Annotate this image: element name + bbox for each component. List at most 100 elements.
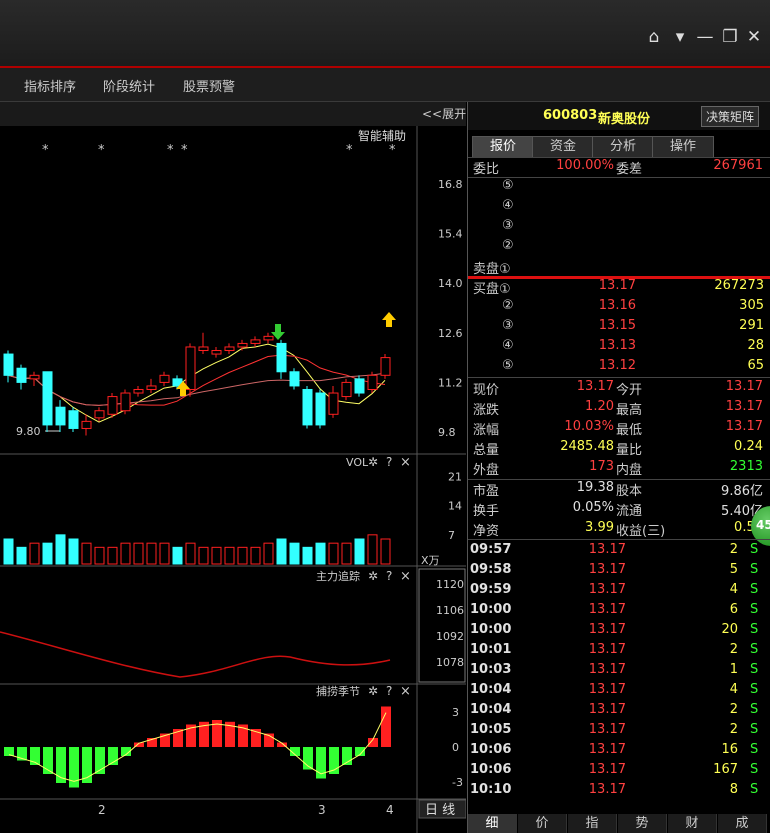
buy-level-row: ⑤ 13.12 65 <box>468 358 770 378</box>
quote-label: 外盘 <box>473 463 500 478</box>
volume-bar <box>224 546 235 565</box>
menu-stock-alert[interactable]: 股票预警 <box>183 76 235 95</box>
trade-row: 09:58 13.17 5 S <box>468 562 770 582</box>
star-marker: * <box>42 143 49 158</box>
star-marker: * <box>181 143 188 158</box>
trade-row: 10:04 13.17 2 S <box>468 702 770 722</box>
menu-stage-stats[interactable]: 阶段统计 <box>103 76 155 95</box>
quote-value: 0.24 <box>734 439 763 454</box>
gear-icon[interactable]: ✲ <box>368 455 378 469</box>
trade-volume: 2 <box>729 542 738 557</box>
trade-time: 09:58 <box>470 562 512 577</box>
buy-level-volume: 65 <box>747 358 764 373</box>
bottom-tab[interactable]: 指 <box>568 814 617 833</box>
candle <box>224 343 235 355</box>
trade-time: 09:59 <box>470 582 512 597</box>
gear-icon[interactable]: ✲ <box>368 569 378 583</box>
dropdown-icon[interactable]: ▾ <box>669 26 691 48</box>
vol-tick: 14 <box>448 500 462 513</box>
trade-row: 10:03 13.17 1 S <box>468 662 770 682</box>
trade-price: 13.17 <box>588 742 626 757</box>
main-force-line <box>0 631 391 678</box>
quote-value: 0.05% <box>572 500 614 515</box>
tab-funds[interactable]: 资金 <box>532 136 594 157</box>
gear-icon[interactable]: ✲ <box>368 684 378 698</box>
tab-quote[interactable]: 报价 <box>472 136 534 157</box>
weicha-value: 267961 <box>713 158 763 173</box>
quote-panel: 600803 新奥股份 决策矩阵 报价 资金 分析 操作 委比 100.00% … <box>467 102 770 833</box>
buy-level-label: ④ <box>502 338 514 353</box>
volume-bar <box>68 538 79 565</box>
catch-tick: 3 <box>452 706 459 719</box>
quote-label: 最低 <box>616 423 643 438</box>
bottom-tab[interactable]: 价 <box>518 814 567 833</box>
main-force-tick: 1120 <box>436 578 464 591</box>
help-icon[interactable]: ? <box>386 455 392 469</box>
trade-price: 13.17 <box>588 642 626 657</box>
bottom-tab[interactable]: 细 <box>468 814 517 833</box>
candle <box>263 332 274 344</box>
quote-label: 量比 <box>616 443 643 458</box>
buy-signal-arrow-2 <box>382 312 396 327</box>
close-icon[interactable]: ✕ <box>743 26 765 48</box>
catch-histogram <box>4 706 391 788</box>
volume-bar <box>159 542 170 565</box>
candle <box>250 336 261 347</box>
volume-bar <box>133 542 144 565</box>
candle <box>328 385 339 418</box>
trade-time: 10:05 <box>470 722 512 737</box>
quote-row: 换手 0.05% 流通 5.40亿 <box>468 500 770 520</box>
vol-axis: 21 14 7 <box>448 471 462 542</box>
decision-matrix-button[interactable]: 决策矩阵 <box>701 106 760 127</box>
trade-time: 10:06 <box>470 742 512 757</box>
buy-level-price: 13.13 <box>598 338 636 353</box>
tab-analysis[interactable]: 分析 <box>592 136 654 157</box>
tab-operate[interactable]: 操作 <box>652 136 714 157</box>
menu-indicator-sort[interactable]: 指标排序 <box>24 76 76 95</box>
quote-row: 市盈 19.38 股本 9.86亿 <box>468 480 770 500</box>
close-pane-icon[interactable]: × <box>400 455 411 470</box>
trade-row: 10:00 13.17 20 S <box>468 622 770 642</box>
expand-button[interactable]: <<展开 <box>422 107 466 121</box>
quote-row: 总量 2485.48 量比 0.24 <box>468 439 770 459</box>
price-tick: 11.2 <box>438 376 463 389</box>
help-icon[interactable]: ? <box>386 569 392 583</box>
buy-level-label: ③ <box>502 318 514 333</box>
candle <box>29 371 40 386</box>
trade-row: 10:10 13.17 8 S <box>468 782 770 802</box>
trade-side: S <box>750 742 759 757</box>
price-axis: 16.8 15.4 14.0 12.6 11.2 9.8 <box>438 178 463 439</box>
main-force-tick: 1078 <box>436 656 464 669</box>
restore-icon[interactable]: ❐ <box>719 26 741 48</box>
star-markers: * * * * * * <box>42 143 396 158</box>
x-tick: 4 <box>386 803 394 817</box>
candle <box>159 371 170 386</box>
close-pane-icon[interactable]: × <box>400 684 411 699</box>
volume-bar <box>263 542 274 565</box>
candle <box>367 371 378 394</box>
kline-chart[interactable]: <<展开 智能辅助 * * * * * * 16.8 15.4 14.0 12.6 11.2 9.8… <box>0 102 466 833</box>
bottom-tab[interactable]: 势 <box>618 814 667 833</box>
volume-bar <box>185 542 196 565</box>
minimize-icon[interactable]: — <box>694 26 716 48</box>
close-pane-icon[interactable]: × <box>400 569 411 584</box>
quote-value: 2485.48 <box>560 439 614 454</box>
trade-price: 13.17 <box>588 602 626 617</box>
quote-label: 流通 <box>616 504 643 519</box>
trade-volume: 5 <box>729 562 738 577</box>
trade-volume: 2 <box>729 722 738 737</box>
home-icon[interactable]: ⌂ <box>643 26 665 48</box>
trade-time: 10:00 <box>470 622 512 637</box>
smart-assist-label[interactable]: 智能辅助 <box>358 128 406 143</box>
help-icon[interactable]: ? <box>386 684 392 698</box>
period-label[interactable]: 日 线 <box>425 803 455 818</box>
catch-tick: -3 <box>452 776 463 789</box>
trade-row: 10:05 13.17 2 S <box>468 722 770 742</box>
quote-value: 3.99 <box>585 520 614 535</box>
volume-bar <box>81 542 92 565</box>
star-marker: * <box>346 143 353 158</box>
bottom-tab[interactable]: 成 <box>718 814 767 833</box>
price-tick: 12.6 <box>438 327 463 340</box>
bottom-tab[interactable]: 财 <box>668 814 717 833</box>
buy-level-price: 13.12 <box>598 358 636 373</box>
